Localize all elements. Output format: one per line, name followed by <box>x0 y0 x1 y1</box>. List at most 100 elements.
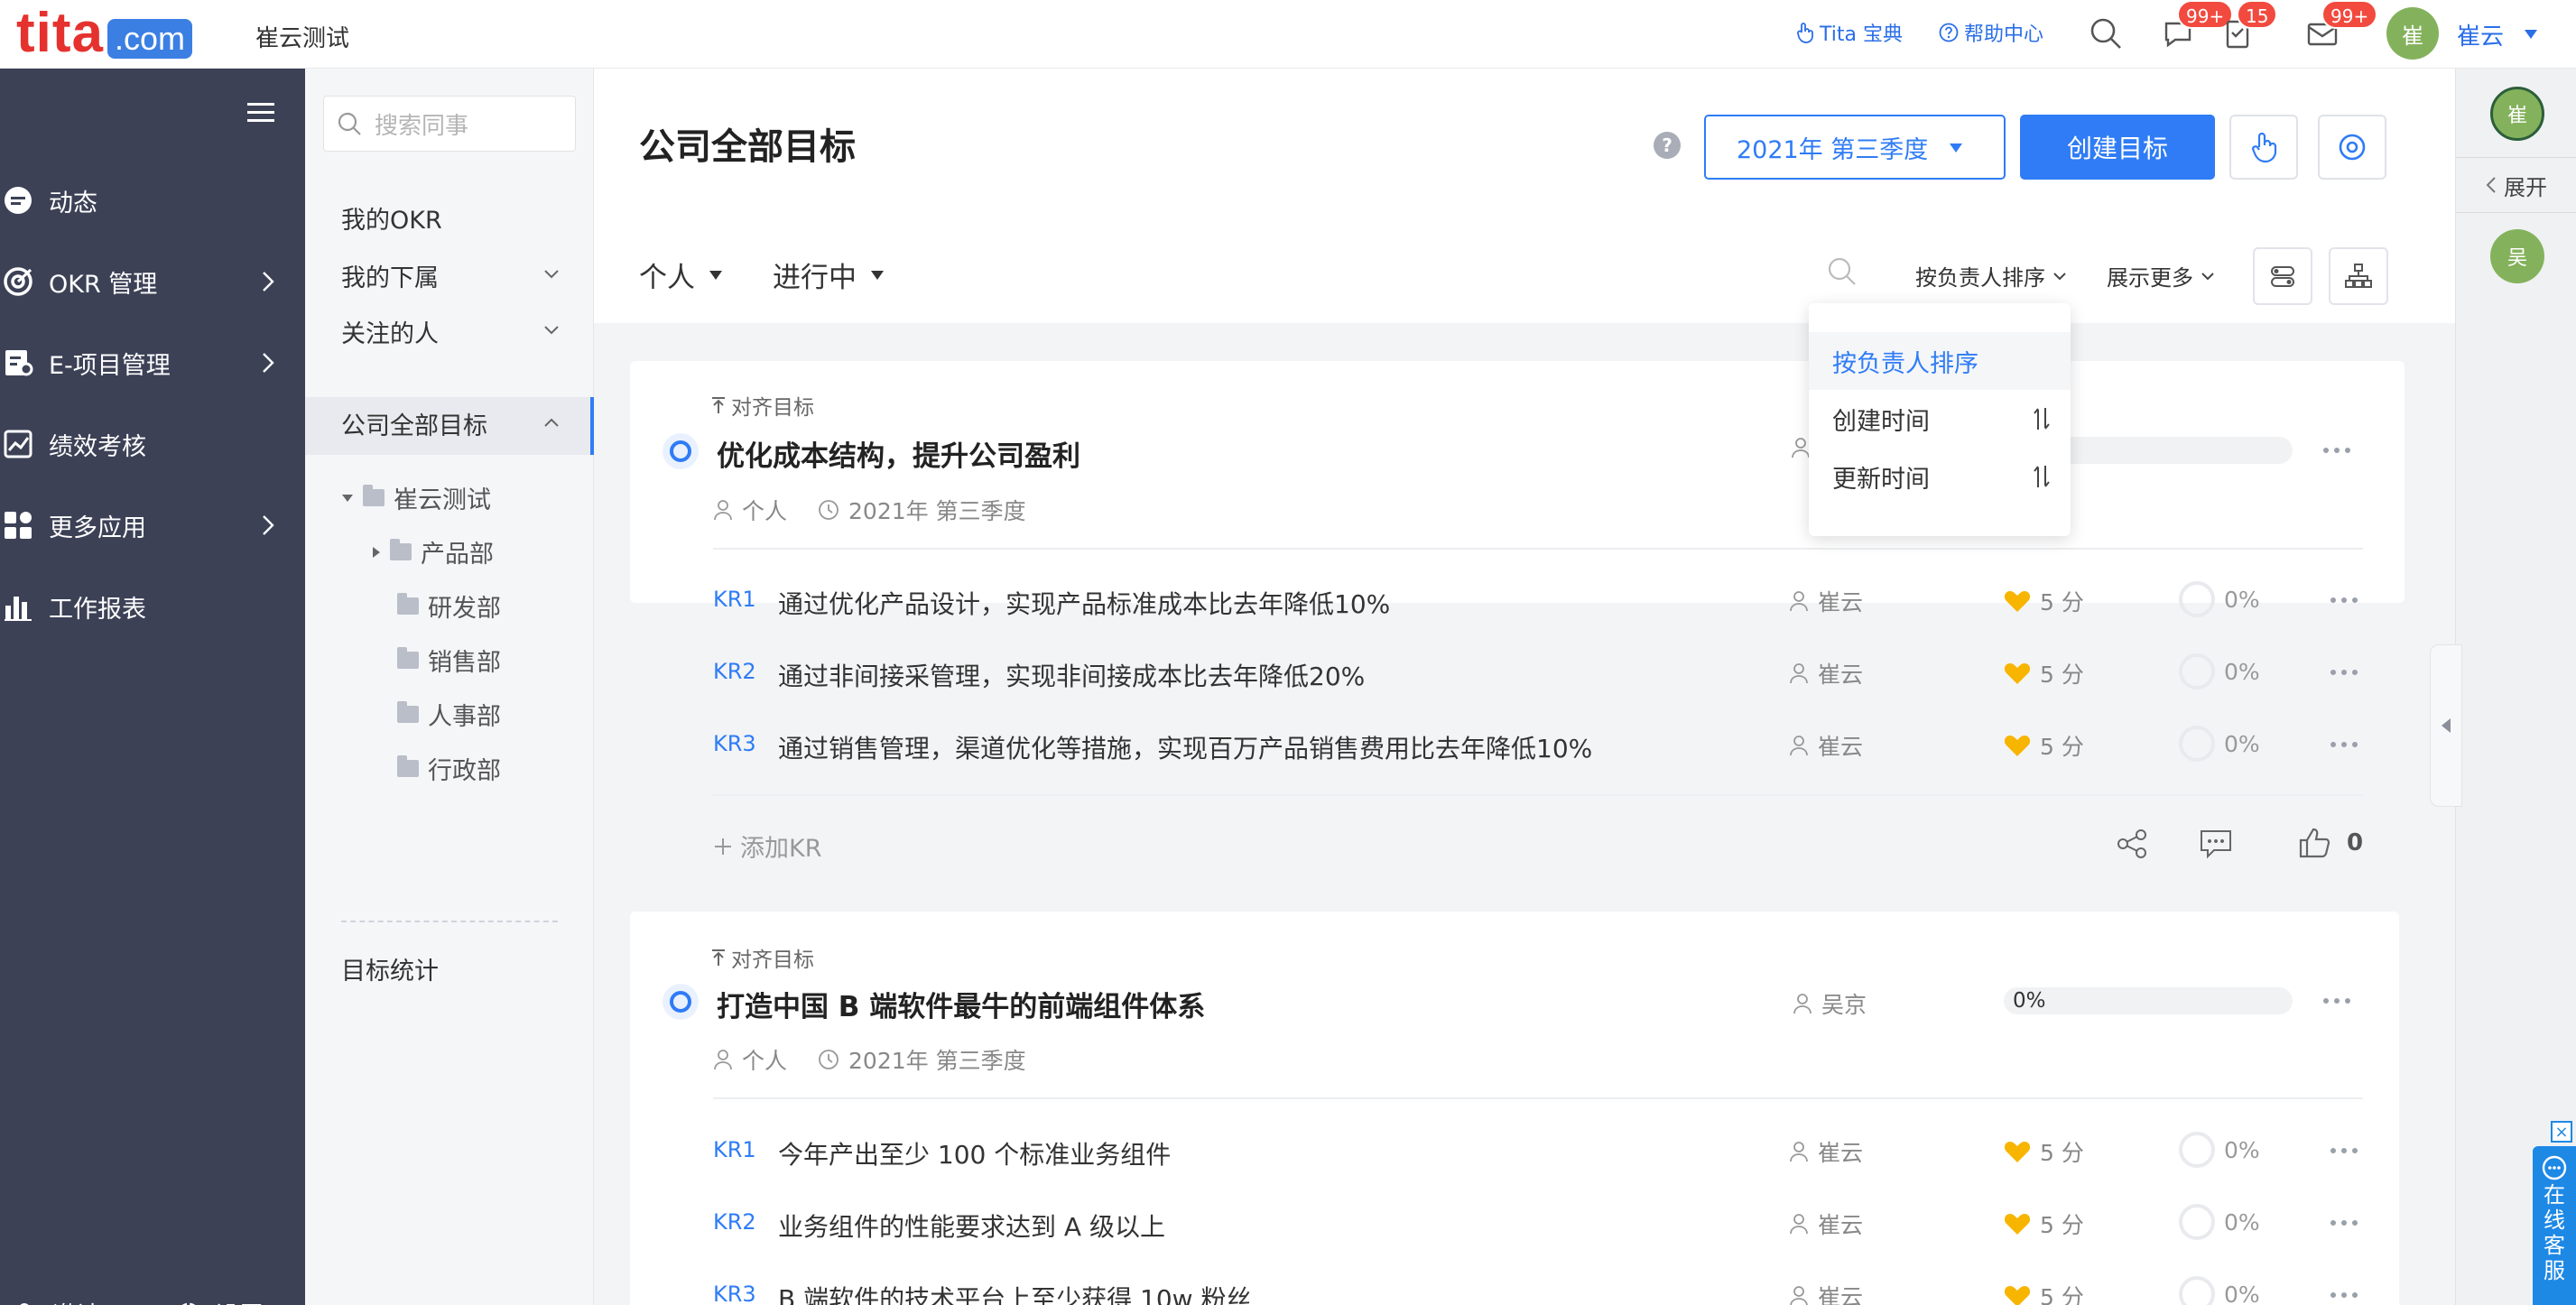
tree-item-hr[interactable]: 人事部 <box>397 697 501 732</box>
objective-status-icon[interactable] <box>663 984 699 1020</box>
kr-text[interactable]: 通过销售管理，渠道优化等措施，实现百万产品销售费用比去年降低10% <box>778 729 1592 765</box>
kr-progress[interactable]: 0% <box>2179 1132 2260 1168</box>
help-center-link[interactable]: 帮助中心 <box>1939 18 2043 47</box>
more-options-icon[interactable] <box>2330 742 2358 749</box>
search-icon[interactable] <box>1827 256 1858 287</box>
tita-guide-link[interactable]: Tita 宝典 <box>1796 18 1903 47</box>
sidebar-item-stats[interactable]: 目标统计 <box>341 951 439 986</box>
kr-score[interactable]: 5 分 <box>2004 1280 2084 1305</box>
nav-item-more-apps[interactable]: 更多应用 <box>0 498 305 552</box>
sidebar-item-followed[interactable]: 关注的人 <box>341 314 439 349</box>
kr-progress[interactable]: 0% <box>2179 726 2260 762</box>
user-name[interactable]: 崔云 <box>2457 18 2504 51</box>
sidebar-item-my-okr[interactable]: 我的OKR <box>341 200 442 236</box>
nav-item-performance[interactable]: 绩效考核 <box>0 417 305 471</box>
tita-logo[interactable]: tita .com <box>16 4 193 63</box>
sort-by-owner-toggle[interactable]: 按负责人排序 <box>1915 260 2067 292</box>
chevron-down-icon[interactable] <box>543 325 560 336</box>
settings-button[interactable]: 设置 <box>175 1296 264 1305</box>
like-button[interactable]: 0 <box>2298 827 2363 859</box>
more-options-icon[interactable] <box>2330 670 2358 677</box>
kr-owner[interactable]: 崔云 <box>1789 729 1863 762</box>
kr-text[interactable]: 业务组件的性能要求达到 A 级以上 <box>778 1208 1165 1244</box>
help-icon[interactable]: ? <box>1654 132 1681 159</box>
kr-owner[interactable]: 崔云 <box>1789 1208 1863 1240</box>
show-more-toggle[interactable]: 展示更多 <box>2107 260 2215 292</box>
collapse-panel-tab[interactable] <box>2430 644 2462 807</box>
rail-avatar-self[interactable]: 崔 <box>2490 87 2544 141</box>
nav-item-reports[interactable]: 工作报表 <box>0 579 305 634</box>
more-options-icon[interactable] <box>2323 448 2350 455</box>
comment-icon[interactable] <box>2199 828 2233 859</box>
share-icon[interactable] <box>2116 828 2148 859</box>
kr-progress[interactable]: 0% <box>2179 581 2260 617</box>
kr-owner[interactable]: 崔云 <box>1789 585 1863 617</box>
kr-text[interactable]: 通过非间接采管理，实现非间接成本比去年降低20% <box>778 657 1365 693</box>
menu-icon[interactable] <box>247 101 274 125</box>
org-chart-button[interactable] <box>2329 247 2388 305</box>
kr-score[interactable]: 5 分 <box>2004 585 2084 617</box>
more-options-icon[interactable] <box>2330 1292 2358 1300</box>
kr-text[interactable]: B 端软件的技术平台上至少获得 10w 粉丝 <box>778 1280 1251 1305</box>
kr-score[interactable]: 5 分 <box>2004 1208 2084 1240</box>
invite-button[interactable]: 邀请 <box>13 1296 101 1305</box>
kr-owner[interactable]: 崔云 <box>1789 657 1863 690</box>
kr-row[interactable]: KR3 B 端软件的技术平台上至少获得 10w 粉丝 <box>713 1267 2408 1305</box>
nav-item-okr[interactable]: OKR 管理 <box>0 255 305 309</box>
tree-item-product[interactable]: 产品部 <box>372 534 494 569</box>
scope-filter[interactable]: 个人 <box>639 255 722 295</box>
colleague-search-input[interactable]: 搜索同事 <box>323 96 576 152</box>
kr-text[interactable]: 今年产出至少 100 个标准业务组件 <box>778 1135 1171 1171</box>
kr-progress[interactable]: 0% <box>2179 653 2260 690</box>
kr-row[interactable]: KR3 通过销售管理，渠道优化等措施，实现百万产品销售费用比去年降低10% <box>713 717 2408 771</box>
sidebar-item-company[interactable]: 公司全部目标 <box>341 406 487 441</box>
sort-option-updated[interactable]: 更新时间 <box>1809 448 2071 505</box>
mail-button[interactable]: 99+ <box>2302 0 2378 54</box>
tasks-button[interactable]: 15 <box>2217 0 2278 54</box>
objective-title[interactable]: 优化成本结构，提升公司盈利 <box>717 433 1080 474</box>
align-objective-link[interactable]: 对齐目标 <box>711 942 814 973</box>
kr-owner[interactable]: 崔云 <box>1789 1280 1863 1305</box>
kr-owner[interactable]: 崔云 <box>1789 1135 1863 1168</box>
more-options-icon[interactable] <box>2330 1148 2358 1155</box>
tree-item-admin[interactable]: 行政部 <box>397 751 501 786</box>
nav-item-project[interactable]: E-项目管理 <box>0 336 305 390</box>
objective-owner[interactable]: 吴京 <box>1793 987 1867 1020</box>
kr-progress[interactable]: 0% <box>2179 1204 2260 1240</box>
close-icon[interactable]: × <box>2551 1121 2572 1143</box>
kr-score[interactable]: 5 分 <box>2004 729 2084 762</box>
tree-item-sales[interactable]: 销售部 <box>397 643 501 678</box>
create-objective-button[interactable]: 创建目标 <box>2020 115 2215 180</box>
objective-status-icon[interactable] <box>663 433 699 469</box>
period-select[interactable]: 2021年 第三季度 <box>1704 115 2006 180</box>
expand-button[interactable]: 展开 <box>2456 157 2576 213</box>
messages-button[interactable]: 99+ <box>2157 0 2234 54</box>
more-options-icon[interactable] <box>2323 998 2350 1005</box>
kr-row[interactable]: KR2 业务组件的性能要求达到 A 级以上 <box>713 1195 2408 1249</box>
nav-item-feed[interactable]: 动态 <box>0 173 305 227</box>
more-options-icon[interactable] <box>2330 1220 2358 1227</box>
hand-guide-button[interactable] <box>2229 115 2298 180</box>
sidebar-item-subordinates[interactable]: 我的下属 <box>341 258 439 293</box>
settings-target-button[interactable] <box>2318 115 2386 180</box>
kr-score[interactable]: 5 分 <box>2004 1135 2084 1168</box>
online-support-button[interactable]: 在 线 客 服 <box>2533 1146 2576 1305</box>
global-search-button[interactable] <box>2085 13 2127 54</box>
chevron-up-icon[interactable] <box>543 417 560 428</box>
align-objective-link[interactable]: 对齐目标 <box>711 390 814 421</box>
kr-row[interactable]: KR2 通过非间接采管理，实现非间接成本比去年降低20% <box>713 644 2408 699</box>
sort-option-created[interactable]: 创建时间 <box>1809 390 2071 448</box>
status-filter[interactable]: 进行中 <box>773 255 884 295</box>
more-options-icon[interactable] <box>2330 597 2358 605</box>
add-kr-button[interactable]: 添加KR <box>713 828 821 864</box>
kr-score[interactable]: 5 分 <box>2004 657 2084 690</box>
tree-item-rd[interactable]: 研发部 <box>397 588 501 624</box>
kr-text[interactable]: 通过优化产品设计，实现产品标准成本比去年降低10% <box>778 585 1390 621</box>
kr-row[interactable]: KR1 通过优化产品设计，实现产品标准成本比去年降低10% <box>713 572 2408 626</box>
caret-down-icon[interactable] <box>2524 29 2538 40</box>
kr-row[interactable]: KR1 今年产出至少 100 个标准业务组件 <box>713 1123 2408 1177</box>
tree-root[interactable]: 崔云测试 <box>341 480 491 515</box>
sort-option-owner[interactable]: 按负责人排序 <box>1809 332 2071 390</box>
user-avatar[interactable]: 崔 <box>2386 7 2439 60</box>
rail-avatar-colleague[interactable]: 吴 <box>2490 229 2544 283</box>
